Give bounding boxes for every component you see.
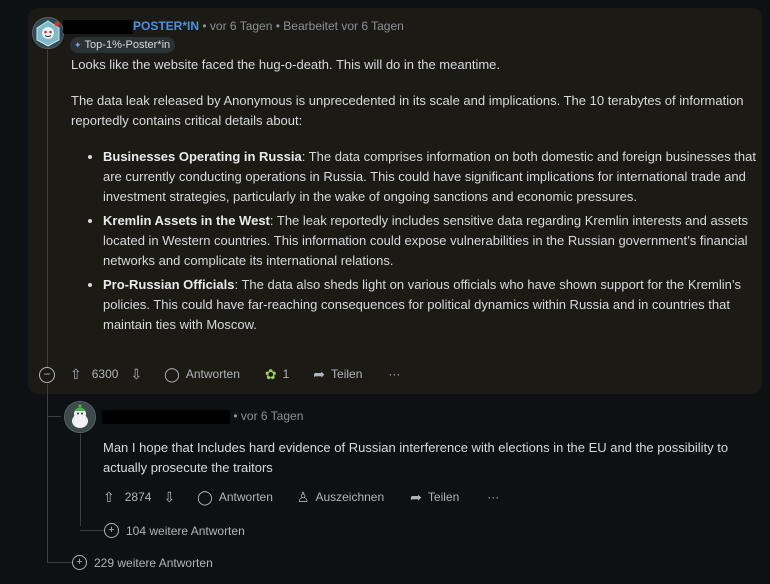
thread-line-reply[interactable] bbox=[80, 434, 81, 526]
collapse-thread-button[interactable]: − bbox=[39, 367, 55, 383]
share-icon: ➦ bbox=[313, 366, 326, 382]
upvote-icon[interactable]: ⇧ bbox=[70, 367, 82, 381]
more-replies-label: 229 weitere Antworten bbox=[94, 555, 213, 570]
award-button[interactable]: ✿ 1 bbox=[265, 367, 289, 381]
share-button[interactable]: ➦ Teilen bbox=[313, 367, 362, 381]
reply-button[interactable]: ◯ Antworten bbox=[197, 490, 273, 504]
redacted-username bbox=[63, 19, 133, 34]
meta-separator: • bbox=[233, 409, 241, 423]
comment-bubble-icon: ◯ bbox=[197, 489, 213, 505]
more-replies-label: 104 weitere Antworten bbox=[126, 523, 245, 538]
more-options-button[interactable]: ··· bbox=[388, 367, 400, 381]
comment-bullet-list: Businesses Operating in Russia: The data… bbox=[80, 147, 770, 339]
thread-connector-more-reply bbox=[80, 530, 105, 531]
share-icon: ➦ bbox=[410, 489, 422, 505]
comment-paragraph: The data leak released by Anonymous is u… bbox=[71, 93, 744, 128]
comment-body: Looks like the website faced the hug-o-d… bbox=[71, 55, 751, 131]
award-label: Auszeichnen bbox=[315, 490, 385, 504]
comment-meta: POSTER*IN • vor 6 Tagen • Bearbeitet vor… bbox=[63, 19, 404, 34]
upvote-icon[interactable]: ⇧ bbox=[103, 490, 115, 504]
reply-button[interactable]: ◯ Antworten bbox=[164, 367, 240, 381]
bullet-title: Businesses Operating in Russia bbox=[103, 149, 302, 164]
snoo-avatar-icon bbox=[33, 18, 63, 48]
vote-count: 2874 bbox=[124, 490, 152, 504]
snoo-avatar-icon bbox=[65, 402, 95, 432]
more-replies-nested[interactable]: + 104 weitere Antworten bbox=[104, 523, 245, 538]
more-options-icon: ··· bbox=[388, 367, 401, 381]
edited-label: Bearbeitet vor 6 Tagen bbox=[283, 19, 404, 33]
reply-timestamp[interactable]: vor 6 Tagen bbox=[241, 409, 304, 423]
reply-label: Antworten bbox=[185, 367, 240, 381]
award-icon: ✿ bbox=[264, 366, 277, 382]
flair-icon: ✦ bbox=[74, 39, 82, 50]
award-count: 1 bbox=[282, 367, 290, 381]
downvote-icon[interactable]: ⇩ bbox=[163, 490, 175, 504]
expand-plus-icon: + bbox=[104, 523, 119, 538]
avatar[interactable] bbox=[32, 17, 64, 49]
vote-group: ⇧ 6300 ⇩ bbox=[70, 367, 142, 381]
thread-connector-more bbox=[47, 562, 73, 563]
more-options-button[interactable]: ··· bbox=[487, 490, 499, 504]
reply-label: Antworten bbox=[218, 490, 273, 504]
share-label: Teilen bbox=[331, 367, 363, 381]
vote-group: ⇧ 2874 ⇩ bbox=[103, 490, 175, 504]
user-flair: ✦ Top-1%-Poster*in bbox=[70, 37, 176, 53]
list-item: Pro-Russian Officials: The data also she… bbox=[103, 275, 770, 335]
reply-body: Man I hope that Includes hard evidence o… bbox=[103, 438, 743, 478]
share-label: Teilen bbox=[427, 490, 460, 504]
award-icon: ♙ bbox=[296, 489, 310, 505]
username[interactable]: POSTER*IN bbox=[133, 19, 199, 33]
redacted-username bbox=[102, 409, 230, 424]
downvote-icon[interactable]: ⇩ bbox=[130, 367, 142, 381]
more-options-icon: ··· bbox=[487, 490, 500, 504]
award-button[interactable]: ♙ Auszeichnen bbox=[297, 490, 384, 504]
share-button[interactable]: ➦ Teilen bbox=[410, 490, 459, 504]
reply-avatar[interactable] bbox=[64, 401, 96, 433]
thread-line-main[interactable] bbox=[47, 50, 48, 368]
comment-action-bar: ⇧ 6300 ⇩ ◯ Antworten ✿ 1 ➦ Teilen ··· bbox=[70, 367, 400, 381]
meta-separator: • bbox=[202, 19, 210, 33]
comment-intro: Looks like the website faced the hug-o-d… bbox=[71, 57, 500, 72]
list-item: Kremlin Assets in the West: The leak rep… bbox=[103, 211, 770, 271]
expand-plus-icon: + bbox=[72, 555, 87, 570]
thread-connector-reply bbox=[47, 416, 61, 417]
bullet-title: Kremlin Assets in the West bbox=[103, 213, 270, 228]
list-item: Businesses Operating in Russia: The data… bbox=[103, 147, 770, 207]
comment-bubble-icon: ◯ bbox=[164, 366, 180, 382]
comment-timestamp[interactable]: vor 6 Tagen bbox=[210, 19, 273, 33]
reply-action-bar: ⇧ 2874 ⇩ ◯ Antworten ♙ Auszeichnen ➦ Tei… bbox=[103, 490, 499, 504]
vote-count: 6300 bbox=[91, 367, 119, 381]
reply-meta: • vor 6 Tagen bbox=[102, 409, 303, 424]
more-replies-top[interactable]: + 229 weitere Antworten bbox=[72, 555, 213, 570]
flair-label: Top-1%-Poster*in bbox=[84, 39, 171, 51]
thread-line-main-lower[interactable] bbox=[47, 384, 48, 562]
bullet-title: Pro-Russian Officials bbox=[103, 277, 235, 292]
reply-text: Man I hope that Includes hard evidence o… bbox=[103, 440, 729, 475]
